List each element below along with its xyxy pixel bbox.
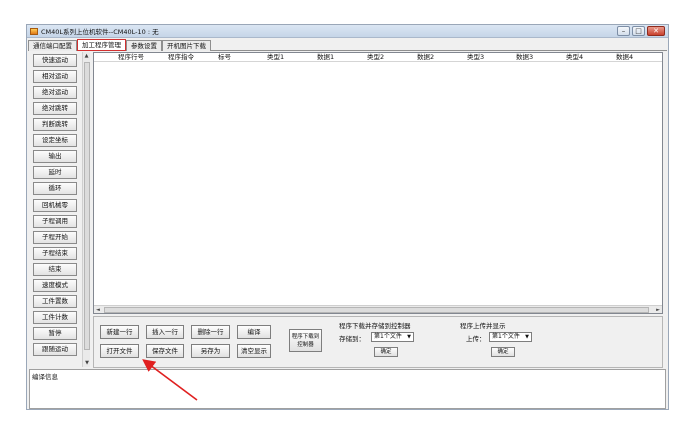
upload-group-title: 程序上传并显示: [460, 322, 506, 330]
store-to-select[interactable]: 第1个文件 ▼: [371, 332, 414, 342]
cmd-pause-button[interactable]: 暂停: [33, 327, 77, 340]
cmd-output-button[interactable]: 输出: [33, 150, 77, 163]
cmd-subroutine-start-button[interactable]: 子程开始: [33, 231, 77, 244]
col-type1[interactable]: 类型1: [267, 53, 284, 62]
tab-boot-image-download[interactable]: 开机图片下载: [162, 40, 211, 51]
col-type4[interactable]: 类型4: [566, 53, 583, 62]
cmd-end-button[interactable]: 结束: [33, 263, 77, 276]
program-table[interactable]: 程序行号 程序指令 标号 类型1 数据1 类型2 数据2 类型3 数据3 类型4…: [93, 52, 663, 314]
cmd-relative-move-button[interactable]: 相对运动: [33, 70, 77, 83]
cmd-subroutine-call-button[interactable]: 子程调用: [33, 215, 77, 228]
clear-display-button[interactable]: 清空显示: [237, 344, 271, 358]
window-title: CM40L系列上位机软件--CM40L-10 : 无: [41, 28, 159, 36]
app-icon: [30, 27, 38, 35]
table-horizontal-scrollbar[interactable]: ◄ ►: [94, 305, 662, 313]
confirm-upload-button[interactable]: 确定: [491, 347, 515, 357]
cmd-workpiece-set-button[interactable]: 工件置数: [33, 295, 77, 308]
app-window: CM40L系列上位机软件--CM40L-10 : 无 – □ ✕ 通信端口配置 …: [26, 24, 669, 410]
col-instruction[interactable]: 程序指令: [168, 53, 194, 62]
cmd-speed-mode-button[interactable]: 速度模式: [33, 279, 77, 292]
cmd-set-coordinate-button[interactable]: 设定坐标: [33, 134, 77, 147]
col-data3[interactable]: 数据3: [516, 53, 533, 62]
compile-info-title: 编译信息: [32, 373, 58, 381]
scrollbar-thumb[interactable]: [84, 62, 90, 350]
confirm-download-button[interactable]: 确定: [374, 347, 398, 357]
cmd-home-button[interactable]: 回机械零: [33, 199, 77, 212]
delete-line-button[interactable]: 删除一行: [191, 325, 230, 339]
col-data1[interactable]: 数据1: [317, 53, 334, 62]
insert-line-button[interactable]: 插入一行: [146, 325, 184, 339]
cmd-delay-button[interactable]: 延时: [33, 166, 77, 179]
dropdown-arrow-icon: ▼: [407, 334, 411, 340]
save-file-button[interactable]: 保存文件: [146, 344, 184, 358]
col-data2[interactable]: 数据2: [417, 53, 434, 62]
tab-program-management[interactable]: 加工程序管理: [77, 39, 126, 51]
minimize-button[interactable]: –: [617, 26, 630, 36]
title-bar: CM40L系列上位机软件--CM40L-10 : 无 – □ ✕: [27, 25, 668, 38]
maximize-button[interactable]: □: [632, 26, 645, 36]
open-file-button[interactable]: 打开文件: [100, 344, 139, 358]
col-line-number[interactable]: 程序行号: [118, 53, 144, 62]
tab-parameter-settings[interactable]: 参数设置: [126, 40, 162, 51]
cmd-workpiece-count-button[interactable]: 工件计数: [33, 311, 77, 324]
col-type2[interactable]: 类型2: [367, 53, 384, 62]
upload-value: 第1个文件: [492, 333, 520, 340]
compile-info-panel[interactable]: 编译信息: [29, 369, 666, 409]
tab-port-config[interactable]: 通信端口配置: [28, 40, 77, 51]
cmd-loop-button[interactable]: 循环: [33, 182, 77, 195]
cmd-absolute-move-button[interactable]: 绝对运动: [33, 86, 77, 99]
compile-button[interactable]: 编译: [237, 325, 271, 339]
cmd-rapid-move-button[interactable]: 快速运动: [33, 54, 77, 67]
download-to-controller-button[interactable]: 程序下载到控制器: [289, 329, 322, 352]
upload-select[interactable]: 第1个文件 ▼: [489, 332, 532, 342]
store-to-value: 第1个文件: [374, 333, 402, 340]
scroll-down-icon[interactable]: ▼: [83, 359, 91, 367]
dropdown-arrow-icon: ▼: [525, 334, 529, 340]
store-to-label: 存储到：: [339, 335, 365, 343]
horizontal-scrollbar-thumb[interactable]: [104, 307, 649, 313]
scroll-left-icon[interactable]: ◄: [96, 306, 100, 314]
new-line-button[interactable]: 新建一行: [100, 325, 139, 339]
cmd-absolute-jump-button[interactable]: 绝对跳转: [33, 102, 77, 115]
bottom-action-panel: 新建一行 插入一行 删除一行 编译 打开文件 保存文件 另存为 清空显示 程序下…: [93, 316, 663, 368]
save-as-button[interactable]: 另存为: [191, 344, 230, 358]
tab-strip: 通信端口配置 加工程序管理 参数设置 开机图片下载: [28, 39, 211, 51]
col-data4[interactable]: 数据4: [616, 53, 633, 62]
upload-label: 上传：: [466, 335, 486, 343]
col-type3[interactable]: 类型3: [467, 53, 484, 62]
command-panel-scrollbar[interactable]: ▲ ▼: [82, 52, 90, 367]
cmd-conditional-jump-button[interactable]: 判断跳转: [33, 118, 77, 131]
close-button[interactable]: ✕: [647, 26, 665, 36]
table-header: 程序行号 程序指令 标号 类型1 数据1 类型2 数据2 类型3 数据3 类型4…: [94, 53, 662, 62]
scroll-right-icon[interactable]: ►: [656, 306, 660, 314]
scroll-up-icon[interactable]: ▲: [83, 52, 90, 60]
cmd-follow-move-button[interactable]: 跟随运动: [33, 343, 77, 356]
command-button-panel: 快速运动 相对运动 绝对运动 绝对跳转 判断跳转 设定坐标 输出 延时 循环 回…: [29, 52, 91, 367]
col-label[interactable]: 标号: [218, 53, 231, 62]
download-group-title: 程序下载并存储到控制器: [339, 322, 411, 330]
cmd-subroutine-end-button[interactable]: 子程结束: [33, 247, 77, 260]
